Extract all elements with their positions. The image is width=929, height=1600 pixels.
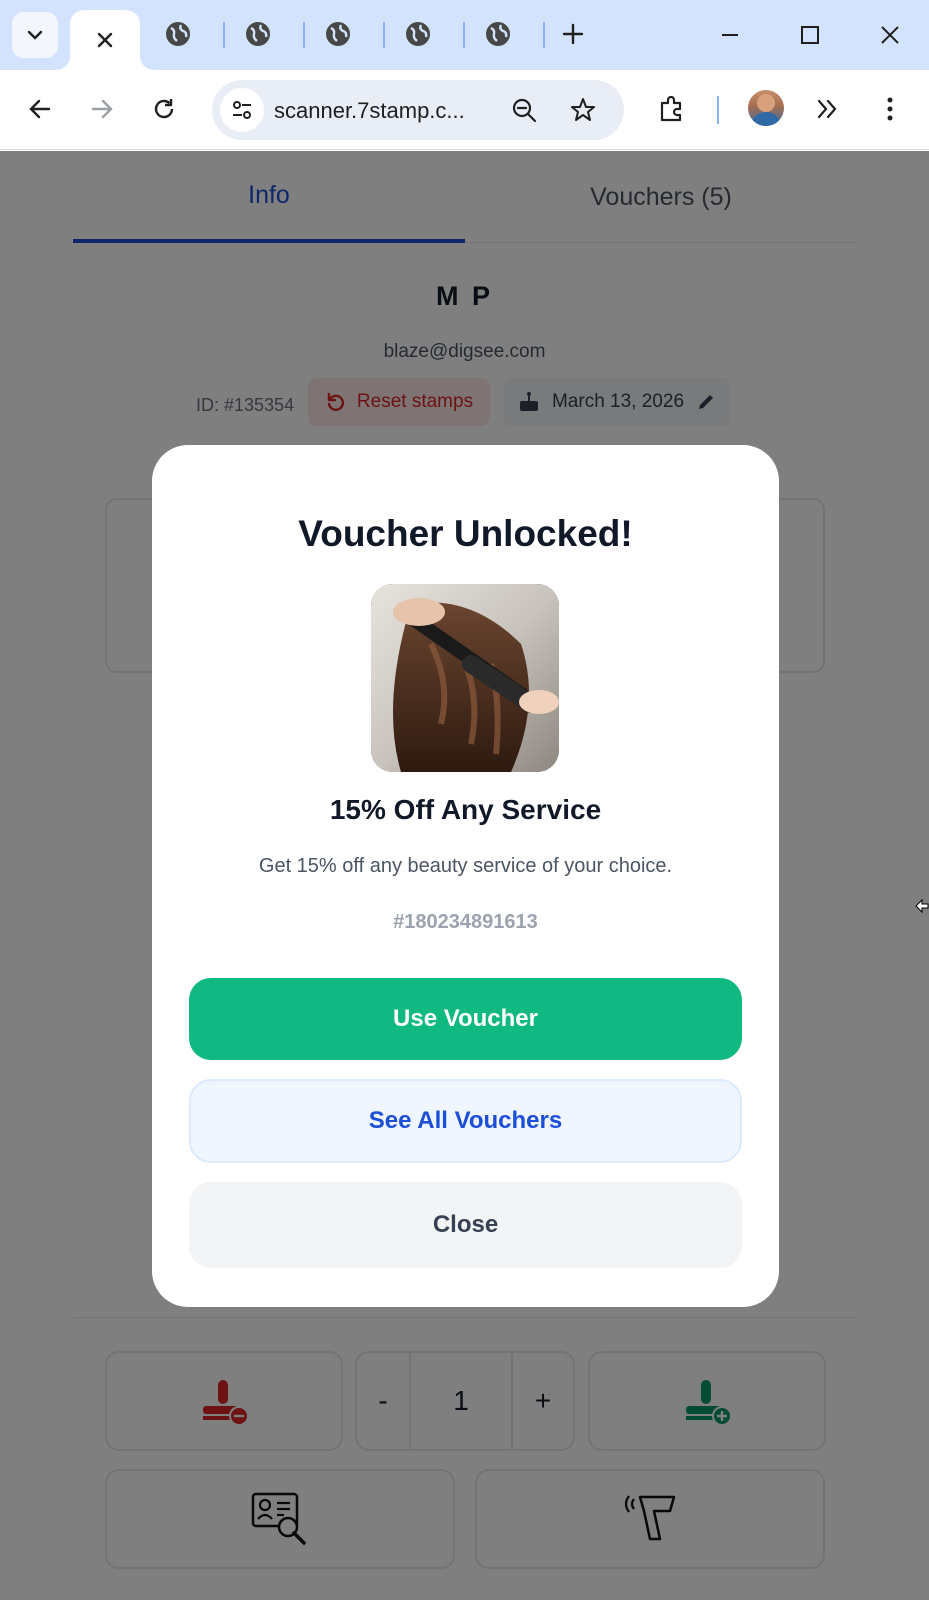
globe-icon xyxy=(166,22,190,46)
tab-divider xyxy=(223,22,225,48)
minimize-button[interactable] xyxy=(707,12,753,58)
back-button[interactable] xyxy=(17,86,63,132)
tab-divider xyxy=(303,22,305,48)
close-icon[interactable] xyxy=(96,31,114,49)
zoom-out-icon xyxy=(512,98,537,123)
browser-toolbar: scanner.7stamp.c... xyxy=(0,70,929,150)
tab-divider xyxy=(543,22,545,48)
double-chevron-right-icon xyxy=(817,99,837,119)
browser-tab[interactable] xyxy=(318,14,358,54)
more-extensions-button[interactable] xyxy=(804,86,850,132)
site-info-button[interactable] xyxy=(220,88,264,132)
toolbar-divider xyxy=(717,96,719,124)
reload-button[interactable] xyxy=(141,86,187,132)
globe-icon xyxy=(406,22,430,46)
tab-divider xyxy=(383,22,385,48)
voucher-name: 15% Off Any Service xyxy=(329,794,602,825)
browser-tab[interactable] xyxy=(398,14,438,54)
tab-divider xyxy=(463,22,465,48)
reload-icon xyxy=(154,99,174,119)
maximize-button[interactable] xyxy=(787,12,833,58)
chevron-down-icon xyxy=(27,30,43,40)
bookmark-button[interactable] xyxy=(561,88,605,132)
resize-cursor-icon xyxy=(915,898,929,914)
star-icon xyxy=(571,98,595,121)
url-text[interactable]: scanner.7stamp.c... xyxy=(274,98,494,124)
minimize-icon xyxy=(722,34,738,36)
address-bar[interactable]: scanner.7stamp.c... xyxy=(212,80,624,140)
active-browser-tab[interactable] xyxy=(70,10,140,70)
see-all-vouchers-button[interactable]: See All Vouchers xyxy=(189,1079,742,1163)
new-tab-button[interactable] xyxy=(553,14,593,54)
voucher-code: #180234891613 xyxy=(393,911,538,933)
voucher-unlocked-dialog: Voucher Unlocked! 15% Off Any Service Ge… xyxy=(152,445,779,1307)
extensions-button[interactable] xyxy=(649,86,695,132)
forward-button[interactable] xyxy=(79,86,125,132)
globe-icon xyxy=(486,22,510,46)
globe-icon xyxy=(246,22,270,46)
browser-tab[interactable] xyxy=(238,14,278,54)
browser-menu-button[interactable] xyxy=(867,86,913,132)
tab-search-button[interactable] xyxy=(12,12,58,58)
plus-icon xyxy=(562,23,584,45)
browser-tabstrip xyxy=(0,0,929,70)
arrow-left-icon xyxy=(29,99,51,119)
arrow-right-icon xyxy=(91,99,113,119)
voucher-image xyxy=(371,584,559,772)
close-button[interactable]: Close xyxy=(189,1182,742,1268)
close-icon xyxy=(881,26,899,44)
maximize-icon xyxy=(801,26,819,44)
window-close-button[interactable] xyxy=(867,12,913,58)
kebab-menu-icon xyxy=(887,97,893,121)
voucher-description: Get 15% off any beauty service of your c… xyxy=(258,855,673,877)
zoom-button[interactable] xyxy=(502,88,546,132)
browser-tab[interactable] xyxy=(158,14,198,54)
globe-icon xyxy=(326,22,350,46)
puzzle-icon xyxy=(660,95,682,122)
use-voucher-button[interactable]: Use Voucher xyxy=(189,978,742,1060)
profile-avatar[interactable] xyxy=(748,90,784,126)
browser-tab[interactable] xyxy=(478,14,518,54)
tune-icon xyxy=(233,101,251,119)
dialog-title: Voucher Unlocked! xyxy=(298,513,633,554)
